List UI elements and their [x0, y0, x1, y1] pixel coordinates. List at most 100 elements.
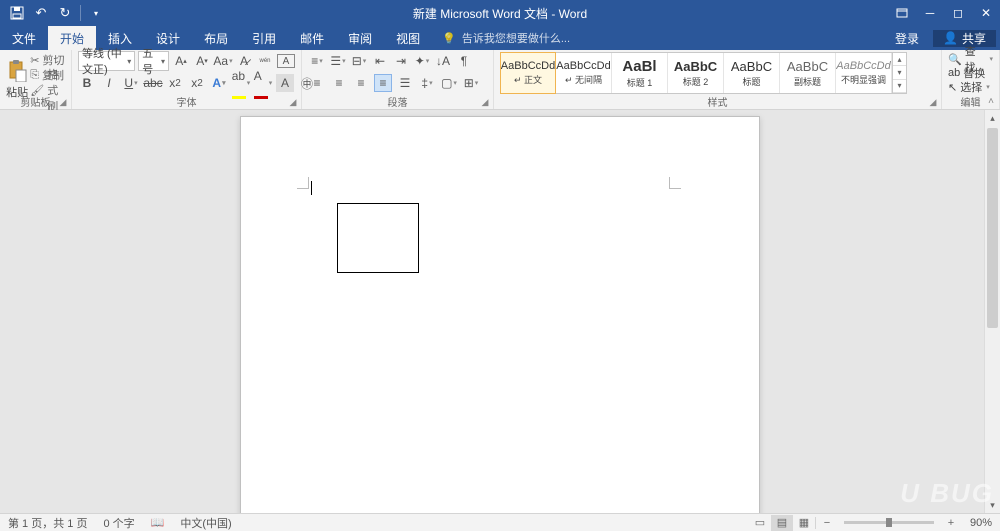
- tab-layout[interactable]: 布局: [192, 26, 240, 50]
- qat-customize-button[interactable]: ▾: [85, 2, 107, 24]
- collapse-ribbon-button[interactable]: ˄: [984, 95, 998, 107]
- distributed-button[interactable]: ☰: [396, 74, 414, 92]
- ribbon-options-button[interactable]: [888, 0, 916, 26]
- group-label-styles: 样式: [494, 94, 941, 108]
- superscript-button[interactable]: x2: [188, 74, 206, 92]
- view-web-button[interactable]: ▦: [793, 515, 815, 531]
- justify-button[interactable]: ≡: [374, 74, 392, 92]
- select-button[interactable]: ↖选择▾: [948, 80, 993, 94]
- redo-button[interactable]: ↻: [54, 2, 76, 24]
- paragraph-launcher[interactable]: ◢: [479, 96, 491, 108]
- highlight-button[interactable]: ab: [232, 74, 250, 92]
- styles-scroll-up[interactable]: ▴: [893, 53, 906, 66]
- style-no-spacing[interactable]: AaBbCcDd↵ 无间隔: [556, 53, 612, 93]
- status-page[interactable]: 第 1 页，共 1 页: [0, 514, 95, 531]
- underline-button[interactable]: U: [122, 74, 140, 92]
- asian-layout-button[interactable]: ✦: [413, 52, 431, 70]
- text-cursor: [311, 181, 312, 195]
- change-case-button[interactable]: Aa: [214, 52, 232, 70]
- tab-file[interactable]: 文件: [0, 26, 48, 50]
- styles-launcher[interactable]: ◢: [927, 96, 939, 108]
- line-spacing-button[interactable]: ‡: [418, 74, 436, 92]
- font-name-combo[interactable]: 等线 (中文正)▾: [78, 51, 135, 71]
- decrease-indent-button[interactable]: ⇤: [371, 52, 389, 70]
- search-icon: 🔍: [948, 53, 962, 66]
- styles-scroll-down[interactable]: ▾: [893, 66, 906, 79]
- scroll-down-button[interactable]: ▾: [985, 497, 1000, 513]
- find-button[interactable]: 🔍查找▾: [948, 52, 993, 66]
- bold-button[interactable]: B: [78, 74, 96, 92]
- style-subtitle[interactable]: AaBbC副标题: [780, 53, 836, 93]
- zoom-slider[interactable]: [844, 521, 934, 524]
- window-title: 新建 Microsoft Word 文档 - Word: [413, 5, 587, 22]
- scroll-up-button[interactable]: ▴: [985, 110, 1000, 126]
- italic-button[interactable]: I: [100, 74, 118, 92]
- style-title[interactable]: AaBbC标题: [724, 53, 780, 93]
- ribbon: 粘贴 ✂剪切 ⎘复制 🖌格式刷 剪贴板 ◢ 等线 (中文正)▾ 五号▾ A▴ A…: [0, 50, 1000, 110]
- multilevel-list-button[interactable]: ⊟: [350, 52, 368, 70]
- zoom-level[interactable]: 90%: [962, 514, 1000, 531]
- scroll-thumb[interactable]: [987, 128, 998, 328]
- show-marks-button[interactable]: ¶: [455, 52, 473, 70]
- align-left-button[interactable]: ≡: [308, 74, 326, 92]
- maximize-button[interactable]: ◻: [944, 0, 972, 26]
- tab-review[interactable]: 审阅: [336, 26, 384, 50]
- style-subtle-emphasis[interactable]: AaBbCcDd不明显强调: [836, 53, 892, 93]
- sort-button[interactable]: ↓A: [434, 52, 452, 70]
- style-normal[interactable]: AaBbCcDd↵ 正文: [500, 52, 556, 94]
- bullets-button[interactable]: ≡: [308, 52, 326, 70]
- status-language[interactable]: 中文(中国): [172, 514, 239, 531]
- tell-me-placeholder: 告诉我您想要做什么...: [462, 30, 570, 46]
- document-area[interactable]: [0, 110, 1000, 513]
- align-center-button[interactable]: ≡: [330, 74, 348, 92]
- tab-references[interactable]: 引用: [240, 26, 288, 50]
- shading-button[interactable]: ▢: [440, 74, 458, 92]
- styles-expand[interactable]: ▾: [893, 80, 906, 93]
- login-button[interactable]: 登录: [885, 30, 929, 47]
- tab-view[interactable]: 视图: [384, 26, 432, 50]
- qat-separator: [80, 5, 81, 21]
- character-border-button[interactable]: A: [277, 54, 295, 68]
- borders-button[interactable]: ⊞: [462, 74, 480, 92]
- status-words[interactable]: 0 个字: [95, 514, 142, 531]
- clipboard-launcher[interactable]: ◢: [57, 96, 69, 108]
- rectangle-shape[interactable]: [337, 203, 419, 273]
- font-size-combo[interactable]: 五号▾: [138, 51, 169, 71]
- shrink-font-button[interactable]: A▾: [193, 52, 211, 70]
- style-heading1[interactable]: AaBl标题 1: [612, 53, 668, 93]
- vertical-scrollbar[interactable]: ▴ ▾: [984, 110, 1000, 513]
- cursor-icon: ↖: [948, 81, 957, 94]
- cut-button[interactable]: ✂剪切: [30, 53, 65, 67]
- minimize-button[interactable]: ─: [916, 0, 944, 26]
- font-color-button[interactable]: A: [254, 74, 272, 92]
- undo-button[interactable]: ↶: [30, 2, 52, 24]
- clear-format-button[interactable]: A̷: [235, 52, 253, 70]
- save-button[interactable]: [6, 2, 28, 24]
- font-launcher[interactable]: ◢: [287, 96, 299, 108]
- view-print-button[interactable]: ▤: [771, 515, 793, 531]
- page[interactable]: [240, 116, 760, 513]
- close-button[interactable]: ✕: [972, 0, 1000, 26]
- strikethrough-button[interactable]: abc: [144, 74, 162, 92]
- increase-indent-button[interactable]: ⇥: [392, 52, 410, 70]
- numbering-button[interactable]: ☰: [329, 52, 347, 70]
- subscript-button[interactable]: x2: [166, 74, 184, 92]
- quick-access-toolbar: ↶ ↻ ▾: [0, 2, 107, 24]
- scissors-icon: ✂: [30, 54, 39, 67]
- replace-button[interactable]: ab替换: [948, 66, 993, 80]
- status-proofing[interactable]: 📖: [143, 514, 173, 531]
- tell-me-search[interactable]: 💡 告诉我您想要做什么...: [432, 26, 885, 50]
- align-right-button[interactable]: ≡: [352, 74, 370, 92]
- style-heading2[interactable]: AaBbC标题 2: [668, 53, 724, 93]
- text-effects-button[interactable]: A: [210, 74, 228, 92]
- character-shading-button[interactable]: A: [276, 74, 294, 92]
- zoom-out-button[interactable]: −: [816, 515, 838, 531]
- view-read-button[interactable]: ▭: [749, 515, 771, 531]
- styles-scroll: ▴ ▾ ▾: [892, 53, 906, 93]
- tab-mailings[interactable]: 邮件: [288, 26, 336, 50]
- replace-icon: ab: [948, 67, 960, 79]
- book-icon: 📖: [151, 516, 165, 529]
- grow-font-button[interactable]: A▴: [172, 52, 190, 70]
- zoom-in-button[interactable]: +: [940, 515, 962, 531]
- phonetic-guide-button[interactable]: wén: [256, 52, 274, 70]
